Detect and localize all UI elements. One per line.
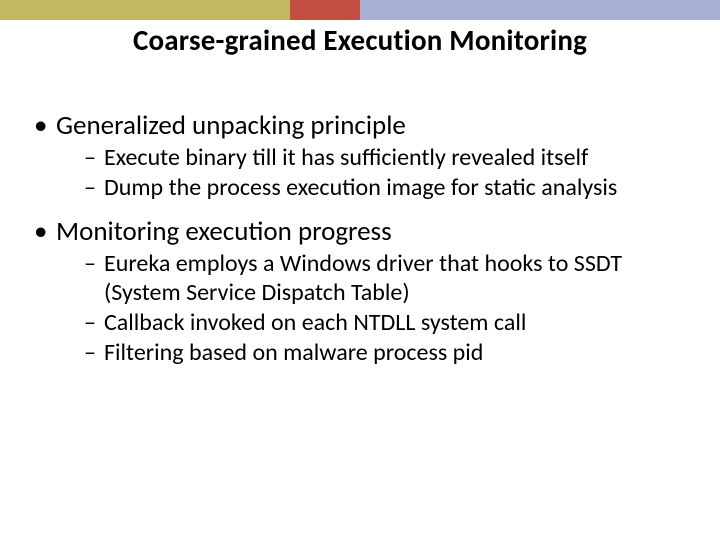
top-bar-olive xyxy=(0,0,290,20)
bullet-1-sub-2: Dump the process execution image for sta… xyxy=(84,174,694,202)
bullet-1: Generalized unpacking principle Execute … xyxy=(34,110,694,202)
bullet-1-sub-1: Execute binary till it has sufficiently … xyxy=(84,144,694,172)
bullet-2: Monitoring execution progress Eureka emp… xyxy=(34,216,694,367)
bullet-2-text: Monitoring execution progress xyxy=(56,215,392,248)
top-color-bar xyxy=(0,0,720,20)
bullet-2-sub-1: Eureka employs a Windows driver that hoo… xyxy=(84,250,694,307)
top-bar-blue xyxy=(360,0,720,20)
bullet-2-sub-3: Filtering based on malware process pid xyxy=(84,339,694,367)
bullet-2-sub-2: Callback invoked on each NTDLL system ca… xyxy=(84,309,694,337)
top-bar-red xyxy=(290,0,360,20)
slide-body: Generalized unpacking principle Execute … xyxy=(34,110,694,382)
slide: Coarse-grained Execution Monitoring Gene… xyxy=(0,0,720,540)
slide-title: Coarse-grained Execution Monitoring xyxy=(0,22,720,58)
bullet-1-text: Generalized unpacking principle xyxy=(56,109,406,142)
